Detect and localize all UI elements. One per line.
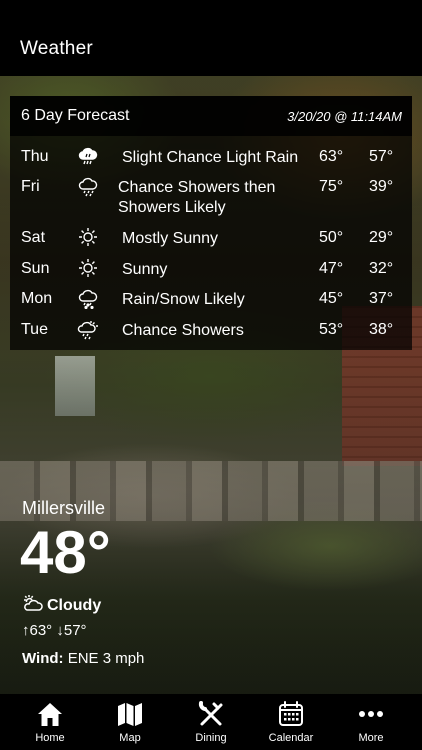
city-name: Millersville bbox=[22, 498, 106, 518]
current-high-low: ↑63° ↓57° bbox=[22, 622, 87, 639]
forecast-condition: Rain/Snow Likely bbox=[122, 291, 245, 308]
sun-icon bbox=[77, 257, 99, 279]
forecast-condition: Chance Showers then Showers Likely bbox=[118, 179, 276, 216]
forecast-low: 37° bbox=[369, 290, 394, 307]
current-high: ↑63° bbox=[22, 622, 53, 639]
forecast-row: Tue Chance Showers 53° 38° bbox=[10, 321, 412, 349]
tab-map[interactable]: Map bbox=[88, 694, 172, 750]
rain-cloud-icon bbox=[77, 145, 99, 167]
home-icon bbox=[36, 700, 64, 728]
tab-label: Home bbox=[35, 732, 65, 744]
app-header: Weather bbox=[0, 0, 422, 76]
tab-label: Map bbox=[119, 732, 141, 744]
current-temperature: 48° bbox=[20, 519, 111, 586]
forecast-day: Thu bbox=[21, 148, 49, 165]
more-icon bbox=[357, 700, 385, 728]
forecast-timestamp: 3/20/20 @ 11:14AM bbox=[287, 109, 402, 124]
forecast-day: Sun bbox=[21, 260, 50, 277]
forecast-low: 39° bbox=[369, 178, 394, 195]
tab-dining[interactable]: Dining bbox=[169, 694, 253, 750]
forecast-condition: Slight Chance Light Rain bbox=[122, 149, 299, 166]
forecast-row: Thu Slight Chance Light Rain 63° 57° bbox=[10, 145, 412, 176]
forecast-condition: Sunny bbox=[122, 261, 168, 278]
calendar-icon bbox=[277, 700, 305, 728]
forecast-title: 6 Day Forecast bbox=[21, 107, 130, 124]
forecast-condition: Chance Showers bbox=[122, 322, 244, 339]
current-wind: Wind: ENE 3 mph bbox=[22, 650, 144, 667]
current-condition-label: Cloudy bbox=[47, 597, 102, 614]
wind-label: Wind: bbox=[22, 650, 64, 667]
forecast-low: 29° bbox=[369, 229, 394, 246]
current-condition: Cloudy bbox=[22, 594, 101, 615]
forecast-row: Mon Rain/Snow Likely 45° 37° bbox=[10, 287, 412, 318]
current-low: ↓57° bbox=[56, 622, 87, 639]
forecast-day: Fri bbox=[21, 178, 40, 195]
forecast-high: 75° bbox=[319, 178, 344, 195]
forecast-low: 32° bbox=[369, 260, 394, 277]
tab-label: Calendar bbox=[268, 732, 314, 744]
tab-bar: Home Map Dining Calendar More bbox=[0, 694, 422, 750]
forecast-day: Tue bbox=[21, 321, 48, 338]
forecast-low: 57° bbox=[369, 148, 394, 165]
forecast-row: Fri Chance Showers then Showers Likely 7… bbox=[10, 175, 412, 226]
forecast-high: 53° bbox=[319, 321, 344, 338]
tab-more[interactable]: More bbox=[329, 694, 413, 750]
sun-showers-icon bbox=[77, 318, 99, 340]
forecast-header: 6 Day Forecast 3/20/20 @ 11:14AM bbox=[10, 96, 412, 136]
rain-snow-cloud-icon bbox=[77, 287, 99, 310]
tab-label: More bbox=[358, 732, 384, 744]
showers-cloud-icon bbox=[77, 175, 99, 197]
forecast-condition: Mostly Sunny bbox=[122, 230, 219, 247]
forecast-panel: 6 Day Forecast 3/20/20 @ 11:14AM Thu Sli… bbox=[10, 96, 412, 350]
forecast-day: Mon bbox=[21, 290, 53, 307]
tab-home[interactable]: Home bbox=[8, 694, 92, 750]
dining-icon bbox=[197, 700, 225, 728]
forecast-low: 38° bbox=[369, 321, 394, 338]
partly-cloudy-icon bbox=[22, 594, 44, 612]
forecast-high: 45° bbox=[319, 290, 344, 307]
tab-label: Dining bbox=[195, 732, 227, 744]
tab-calendar[interactable]: Calendar bbox=[249, 694, 333, 750]
forecast-high: 63° bbox=[319, 148, 344, 165]
forecast-row: Sat Mostly Sunny 50° 29° bbox=[10, 226, 412, 257]
wind-value: ENE 3 mph bbox=[67, 650, 145, 667]
map-icon bbox=[116, 700, 144, 728]
page-title: Weather bbox=[20, 38, 93, 59]
forecast-day: Sat bbox=[21, 229, 46, 246]
forecast-high: 47° bbox=[319, 260, 344, 277]
sun-icon bbox=[77, 226, 99, 248]
forecast-row: Sun Sunny 47° 32° bbox=[10, 257, 412, 288]
forecast-high: 50° bbox=[319, 229, 344, 246]
